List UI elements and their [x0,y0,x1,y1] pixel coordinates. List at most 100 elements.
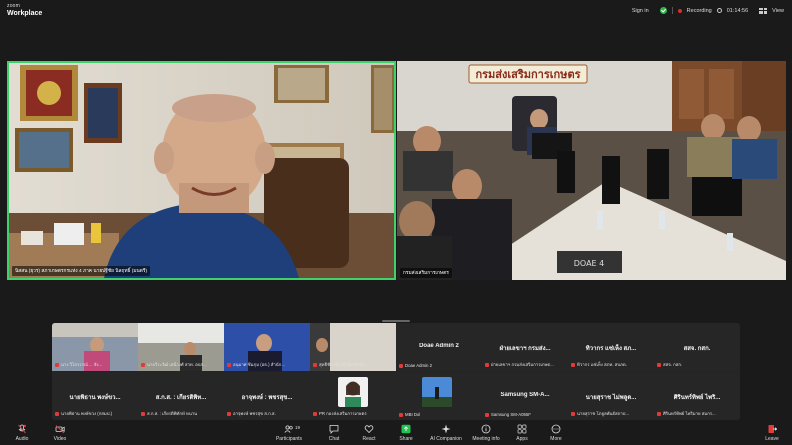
participant-label: Doae Admin 2 [405,363,432,368]
more-label: More [550,436,562,442]
bottom-toolbar: Audio Video 19 Participants Chat React S… [0,421,792,445]
participant-tile[interactable]: นายสุราช ไม่พลูด... นายสุราช โภยูลพันธ์ส… [568,372,654,420]
view-button[interactable]: View [772,8,784,14]
participant-label: ทิวากร แซ่เห็ง สภท. สบภด. [577,362,627,367]
participant-label: สุทธิชัย เนื่องจำนง สำนัก... [319,362,369,367]
muted-mic-icon [227,362,231,367]
top-bar: zoom Workplace Sign in Recording 01:14:5… [0,0,792,24]
meeting-info-label: Meeting info [472,436,500,442]
participant-tile[interactable]: นายพิธาน พงษ์ขว... นายพิธาน พงษ์ขวง (กสม… [52,372,138,420]
participant-label: ฝ่ายเลขาฯ กรมส่งเสริมการเกษต... [491,362,554,367]
view-grid-icon[interactable] [759,7,768,14]
muted-mic-icon [18,424,26,434]
participant-tile[interactable]: ฝ่ายเลขาฯ กรมส่ง... ฝ่ายเลขาฯ กรมส่งเสริ… [482,323,568,371]
sign-in-button[interactable]: Sign in [632,8,649,14]
gallery-resize-handle[interactable] [382,320,410,322]
muted-mic-icon [399,412,403,417]
divider [671,7,673,14]
participant-name: Samsung SM-A... [500,392,550,398]
participants-icon [284,425,293,433]
participant-name: ศิรินทร์ทิพย์ ไพริ... [673,395,721,401]
participant-label: นายวีระวัฒ์ เสนีวงศ์ สวท. อปภ... [147,362,207,367]
leave-door-icon [768,425,777,433]
participants-count: 19 [295,425,301,430]
share-button[interactable]: Share [386,424,426,442]
recording-dot-icon [677,8,682,13]
participant-tile[interactable]: นาง วิไลวรรณ์ ... จัง... [52,323,138,371]
share-screen-icon [401,424,411,434]
meeting-room-name-label: กรมส่งเสริมการเกษตร [400,268,452,278]
participant-tile[interactable]: ศิรินทร์ทิพย์ ไพริ... ศิรินทร์ทิพย์ ไพริ… [654,372,740,420]
participants-button[interactable]: 19 Participants [269,424,309,442]
participant-label: Samsung SM-A055F [491,412,531,417]
video-tile-meeting-room[interactable]: กรมส่งเสริมการเกษตร DOAE 4 กรมส่งเสริมกา… [397,61,786,280]
participant-label: PR กองส่งเสริมการเกษตร [319,411,367,416]
muted-mic-icon [485,362,489,367]
video-off-icon [55,425,65,434]
participant-name: ทิวากร แซ่เห็ง สภ... [585,346,637,352]
participant-label: นายพิธาน พงษ์ขวง (กสมป.) [61,411,113,416]
muted-mic-icon [141,362,145,367]
react-button[interactable]: React [349,424,389,442]
video-tile-speaker[interactable]: นิสสน (ยุวร) สภาเกษตรกรแห่ง 4 ภาค นายปฐี… [7,61,396,280]
participant-tile[interactable]: อาจุพงษ์ : พชรสุข... อาจุพงษ์ พชรสุข ส.ก… [224,372,310,420]
main-video-area: นิสสน (ยุวร) สภาเกษตรกรแห่ง 4 ภาค นายปฐี… [7,61,786,280]
meeting-room-video-feed: กรมส่งเสริมการเกษตร DOAE 4 [397,61,786,280]
gallery-strip: นาง วิไลวรรณ์ ... จัง... นายวีระวัฒ์ เสน… [52,323,740,420]
muted-mic-icon [657,411,661,416]
participant-tile[interactable]: PR กองส่งเสริมการเกษตร [310,372,396,420]
apps-grid-icon [517,424,527,434]
room-sign-text: กรมส่งเสริมการเกษตร [475,68,580,81]
audio-button[interactable]: Audio [2,424,42,442]
participant-tile[interactable]: นายวีระวัฒ์ เสนีวงศ์ สวท. อปภ... [138,323,224,371]
meeting-info-button[interactable]: Meeting info [466,424,506,442]
desk-label: DOAE 4 [574,259,604,268]
muted-mic-icon [485,412,489,417]
video-label: Video [53,436,67,442]
participant-label: อาจุพงษ์ พชรสุข ส.ก.ส. [233,411,276,416]
participant-label: นายสุราช โภยูลพันธ์สถาป... [577,411,629,416]
react-label: React [362,436,376,442]
muted-mic-icon [571,411,575,416]
participant-avatar [338,377,368,407]
participant-tile[interactable]: สุทธิชัย เนื่องจำนง สำนัก... [310,323,396,371]
participant-avatar [422,377,452,407]
participant-label: ส.ก.ส. : เกียรติพิทักษ์ หนาน [147,411,198,416]
brand-top: zoom [7,3,21,9]
share-label: Share [399,436,413,442]
chat-icon [329,425,339,434]
participant-tile[interactable]: ส.ก.ส. : เกียรติพิท... ส.ก.ส. : เกียรติพ… [138,372,224,420]
recording-label[interactable]: Recording [687,8,712,14]
participant-label: อนุมาศ ซีมภุม (อธ.) สำนัก... [233,362,285,367]
more-button[interactable]: More [536,424,576,442]
participant-tile[interactable]: Samsung SM-A... Samsung SM-A055F [482,372,568,420]
participant-name: สสจ. กสก. [683,346,711,352]
leave-button[interactable]: Leave [752,424,792,442]
muted-mic-icon [227,411,231,416]
muted-mic-icon [313,362,317,367]
participant-tile[interactable]: สสจ. กสก. สสจ. กสก. [654,323,740,371]
muted-mic-icon [141,411,145,416]
ai-companion-label: AI Companion [430,436,462,442]
participant-name: ส.ก.ส. : เกียรติพิท... [155,395,207,401]
muted-mic-icon [399,363,403,368]
video-button[interactable]: Video [40,424,80,442]
participant-name: อาจุพงษ์ : พชรสุข... [241,395,293,401]
muted-mic-icon [657,362,661,367]
muted-mic-icon [55,411,59,416]
sparkle-icon [441,424,451,434]
leave-label: Leave [765,436,779,442]
participant-tile[interactable]: Doae Admin 2 Doae Admin 2 [396,323,482,371]
chat-label: Chat [328,436,340,442]
muted-mic-icon [571,362,575,367]
participant-tile[interactable]: อนุมาศ ซีมภุม (อธ.) สำนัก... [224,323,310,371]
ai-companion-button[interactable]: AI Companion [426,424,466,442]
chat-button[interactable]: Chat [314,424,354,442]
muted-mic-icon [313,411,317,416]
speaker-name-label: นิสสน (ยุวร) สภาเกษตรกรแห่ง 4 ภาค นายปฐี… [12,266,151,276]
participant-tile[interactable]: ทิวากร แซ่เห็ง สภ... ทิวากร แซ่เห็ง สภท.… [568,323,654,371]
audio-label: Audio [15,436,29,442]
participant-tile[interactable]: MBI Dol [396,372,482,420]
info-icon [481,424,491,434]
encryption-shield-icon[interactable] [659,7,667,14]
